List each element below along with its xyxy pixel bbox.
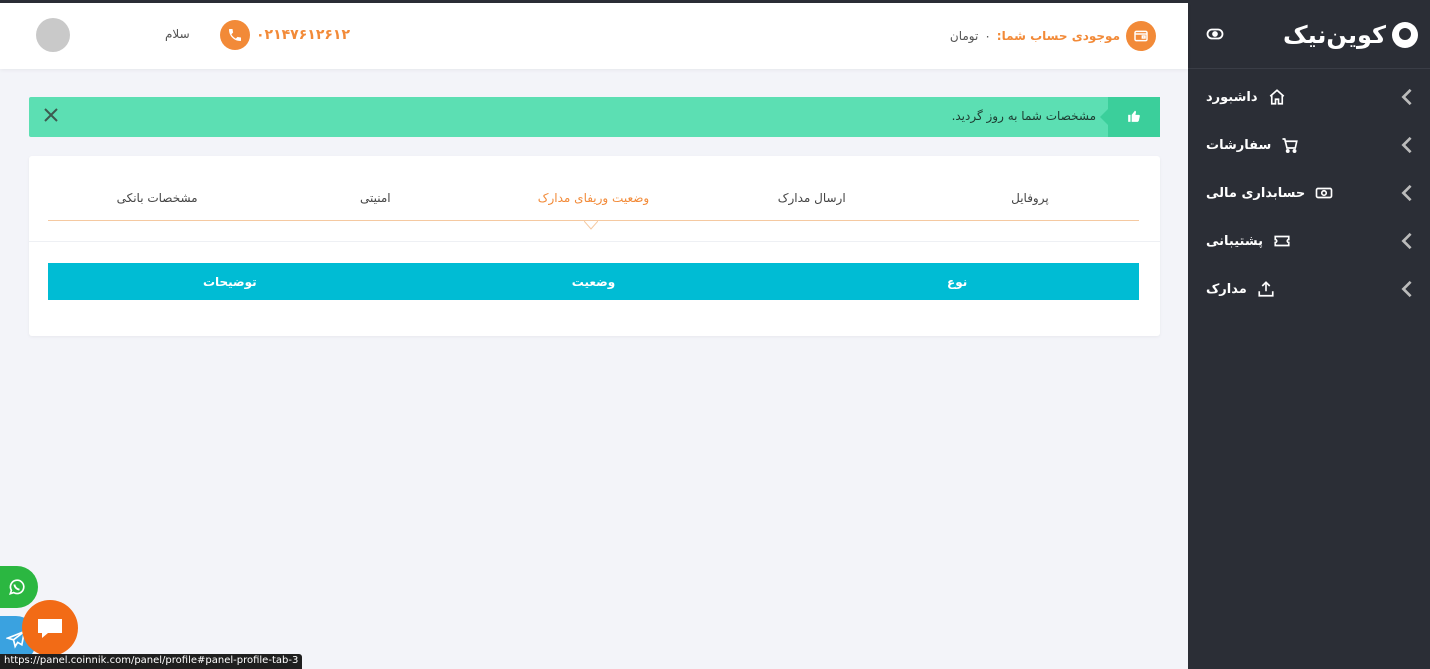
support-phone[interactable]: ۰۲۱۴۷۶۱۲۶۱۲ (220, 20, 350, 50)
chevron-left-icon (1401, 232, 1412, 250)
balance-amount: ۰ (984, 29, 991, 43)
tab-send-documents[interactable]: ارسال مدارک (703, 186, 921, 220)
eye-toggle-icon[interactable] (1206, 25, 1224, 43)
sidebar-item-label: داشبورد (1206, 89, 1258, 105)
column-header-description: توضیحات (202, 274, 257, 289)
live-chat-button[interactable] (22, 600, 78, 656)
balance-unit: تومان (949, 29, 979, 43)
sidebar-item-dashboard[interactable]: داشبورد (1188, 73, 1430, 121)
sidebar: کوین‌نیک داشبورد سفارشات حسابداری مالی (1188, 3, 1430, 669)
thumbs-up-icon (1128, 110, 1140, 122)
divider (29, 241, 1160, 242)
chat-bubble-icon (38, 619, 62, 638)
whatsapp-icon (9, 579, 25, 595)
logo[interactable]: کوین‌نیک (1283, 21, 1418, 49)
success-alert: مشخصات شما به روز گردید. (29, 97, 1160, 137)
balance-label: موجودی حساب شما: (996, 29, 1120, 43)
sidebar-item-accounting[interactable]: حسابداری مالی (1188, 169, 1430, 217)
tab-security[interactable]: امنیتی (266, 186, 484, 220)
chevron-left-icon (1401, 280, 1412, 298)
profile-card: پروفایل ارسال مدارک وضعیت وریفای مدارک ا… (29, 156, 1160, 336)
greeting: سلام (165, 27, 190, 41)
logo-mark-icon (1392, 22, 1418, 48)
tab-profile[interactable]: پروفایل (921, 186, 1139, 220)
active-tab-caret-icon (584, 221, 598, 230)
whatsapp-button[interactable] (0, 566, 38, 608)
sidebar-item-label: مدارک (1206, 281, 1247, 297)
chevron-left-icon (1401, 184, 1412, 202)
sidebar-item-support[interactable]: پشتیبانی (1188, 217, 1430, 265)
sidebar-item-label: پشتیبانی (1206, 233, 1263, 249)
upload-icon (1258, 281, 1274, 297)
account-balance: موجودی حساب شما: ۰ تومان (950, 21, 1156, 51)
chevron-left-icon (1401, 136, 1412, 154)
table-header: نوع وضعیت توضیحات (48, 263, 1139, 300)
avatar[interactable] (36, 18, 70, 52)
phone-icon (220, 20, 250, 50)
chevron-left-icon (1401, 88, 1412, 106)
profile-tabs: پروفایل ارسال مدارک وضعیت وریفای مدارک ا… (48, 186, 1139, 221)
money-icon (1315, 187, 1333, 199)
close-icon[interactable] (43, 107, 59, 123)
status-bar-url: https://panel.coinnik.com/panel/profile#… (0, 654, 303, 669)
alert-icon-box (1100, 97, 1160, 137)
sidebar-item-label: حسابداری مالی (1206, 185, 1306, 201)
tab-bank-details[interactable]: مشخصات بانکی (48, 186, 266, 220)
alert-message: مشخصات شما به روز گردید. (951, 109, 1096, 123)
home-icon (1269, 89, 1284, 105)
sidebar-item-label: سفارشات (1206, 137, 1272, 153)
sidebar-menu: داشبورد سفارشات حسابداری مالی پشتیبانی م… (1188, 73, 1430, 313)
sidebar-header: کوین‌نیک (1188, 3, 1430, 69)
tab-verify-status[interactable]: وضعیت وریفای مدارک (484, 186, 702, 220)
top-header: سلام ۰۲۱۴۷۶۱۲۶۱۲ موجودی حساب شما: ۰ توما… (0, 3, 1188, 69)
logo-text: کوین‌نیک (1283, 21, 1387, 49)
cart-icon (1282, 138, 1299, 153)
wallet-icon (1126, 21, 1156, 51)
ticket-icon (1274, 235, 1290, 247)
sidebar-item-documents[interactable]: مدارک (1188, 265, 1430, 313)
sidebar-item-orders[interactable]: سفارشات (1188, 121, 1430, 169)
column-header-type: نوع (947, 274, 968, 289)
column-header-status: وضعیت (571, 274, 616, 289)
phone-number: ۰۲۱۴۷۶۱۲۶۱۲ (256, 27, 350, 43)
